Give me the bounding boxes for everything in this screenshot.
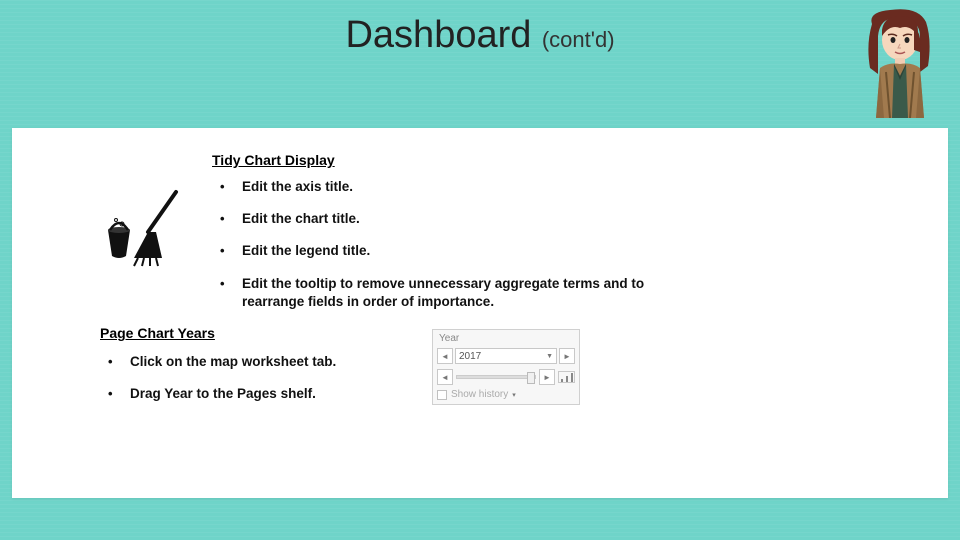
list-item: Edit the chart title.	[216, 210, 656, 228]
chevron-down-icon: ▾	[512, 391, 516, 399]
section-heading: Tidy Chart Display	[212, 152, 918, 168]
show-history-label: Show history	[451, 389, 508, 400]
slide-title: Dashboard (cont'd)	[0, 14, 960, 57]
content-card: Tidy Chart Display Edit the axis title. …	[12, 128, 948, 498]
show-history-checkbox[interactable]	[437, 390, 447, 400]
pages-shelf-panel: Year ◄ 2017 ▼ ► ◄ ► Show history	[432, 329, 580, 405]
bullet-list: Edit the axis title. Edit the chart titl…	[216, 178, 918, 311]
avatar	[860, 6, 940, 118]
list-item: Drag Year to the Pages shelf.	[104, 385, 384, 403]
section-page-years: Page Chart Years Click on the map worksh…	[100, 325, 918, 403]
page-current-value: 2017	[459, 351, 481, 362]
list-item: Edit the tooltip to remove unnecessary a…	[216, 275, 656, 311]
list-item: Edit the legend title.	[216, 242, 656, 260]
page-value-dropdown[interactable]: 2017 ▼	[455, 348, 557, 364]
page-speed-control[interactable]	[558, 371, 575, 383]
section-tidy: Tidy Chart Display Edit the axis title. …	[212, 152, 918, 311]
list-item: Click on the map worksheet tab.	[104, 353, 384, 371]
page-next-button[interactable]: ►	[559, 348, 575, 364]
page-step-fwd-button[interactable]: ►	[539, 369, 555, 385]
pages-field-label: Year	[433, 330, 579, 346]
title-sub: (cont'd)	[542, 27, 615, 52]
title-main: Dashboard	[345, 14, 531, 56]
broom-icon	[104, 188, 184, 268]
page-prev-button[interactable]: ◄	[437, 348, 453, 364]
page-slider[interactable]	[456, 375, 536, 379]
chevron-down-icon: ▼	[546, 353, 553, 360]
list-item: Edit the axis title.	[216, 178, 656, 196]
page-step-back-button[interactable]: ◄	[437, 369, 453, 385]
